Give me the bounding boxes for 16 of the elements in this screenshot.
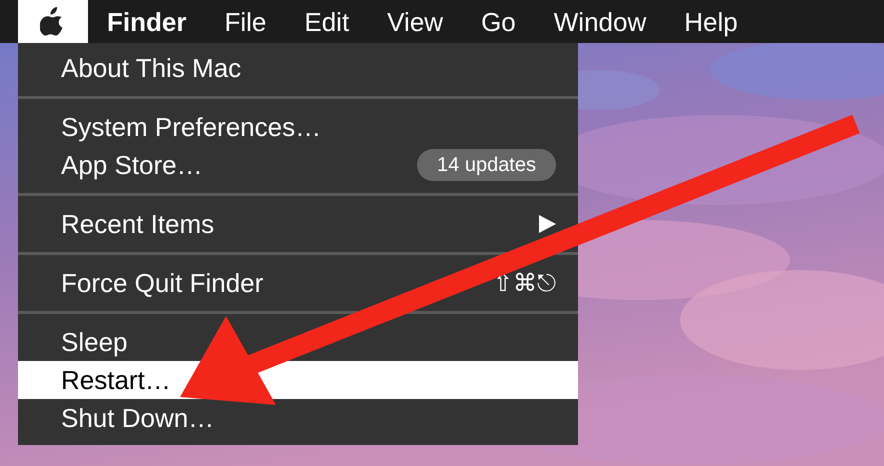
menu-item[interactable]: App Store… 14 updates: [18, 146, 578, 184]
app-menu[interactable]: Finder: [88, 8, 206, 34]
menu-item[interactable]: Sleep: [18, 323, 578, 361]
menu-item[interactable]: Shut Down…: [18, 399, 578, 437]
menu-item[interactable]: About This Mac: [18, 49, 578, 87]
menu-bar-item[interactable]: View: [368, 8, 462, 34]
menu-item[interactable]: Force Quit Finder ⇧⌘⎋: [18, 264, 578, 302]
apple-menu[interactable]: [18, 0, 88, 43]
keyboard-shortcut: ⇧⌘⎋: [492, 271, 556, 295]
menu-item[interactable]: System Preferences…: [18, 108, 578, 146]
menu-bar-item[interactable]: File: [205, 8, 286, 34]
menu-bar-item[interactable]: Edit: [285, 8, 368, 34]
updates-badge: 14 updates: [417, 149, 556, 181]
menu-bar-item[interactable]: Window: [534, 8, 666, 34]
menu-bar-item[interactable]: Help: [665, 8, 757, 34]
menu-bar-item[interactable]: Go: [462, 8, 535, 34]
